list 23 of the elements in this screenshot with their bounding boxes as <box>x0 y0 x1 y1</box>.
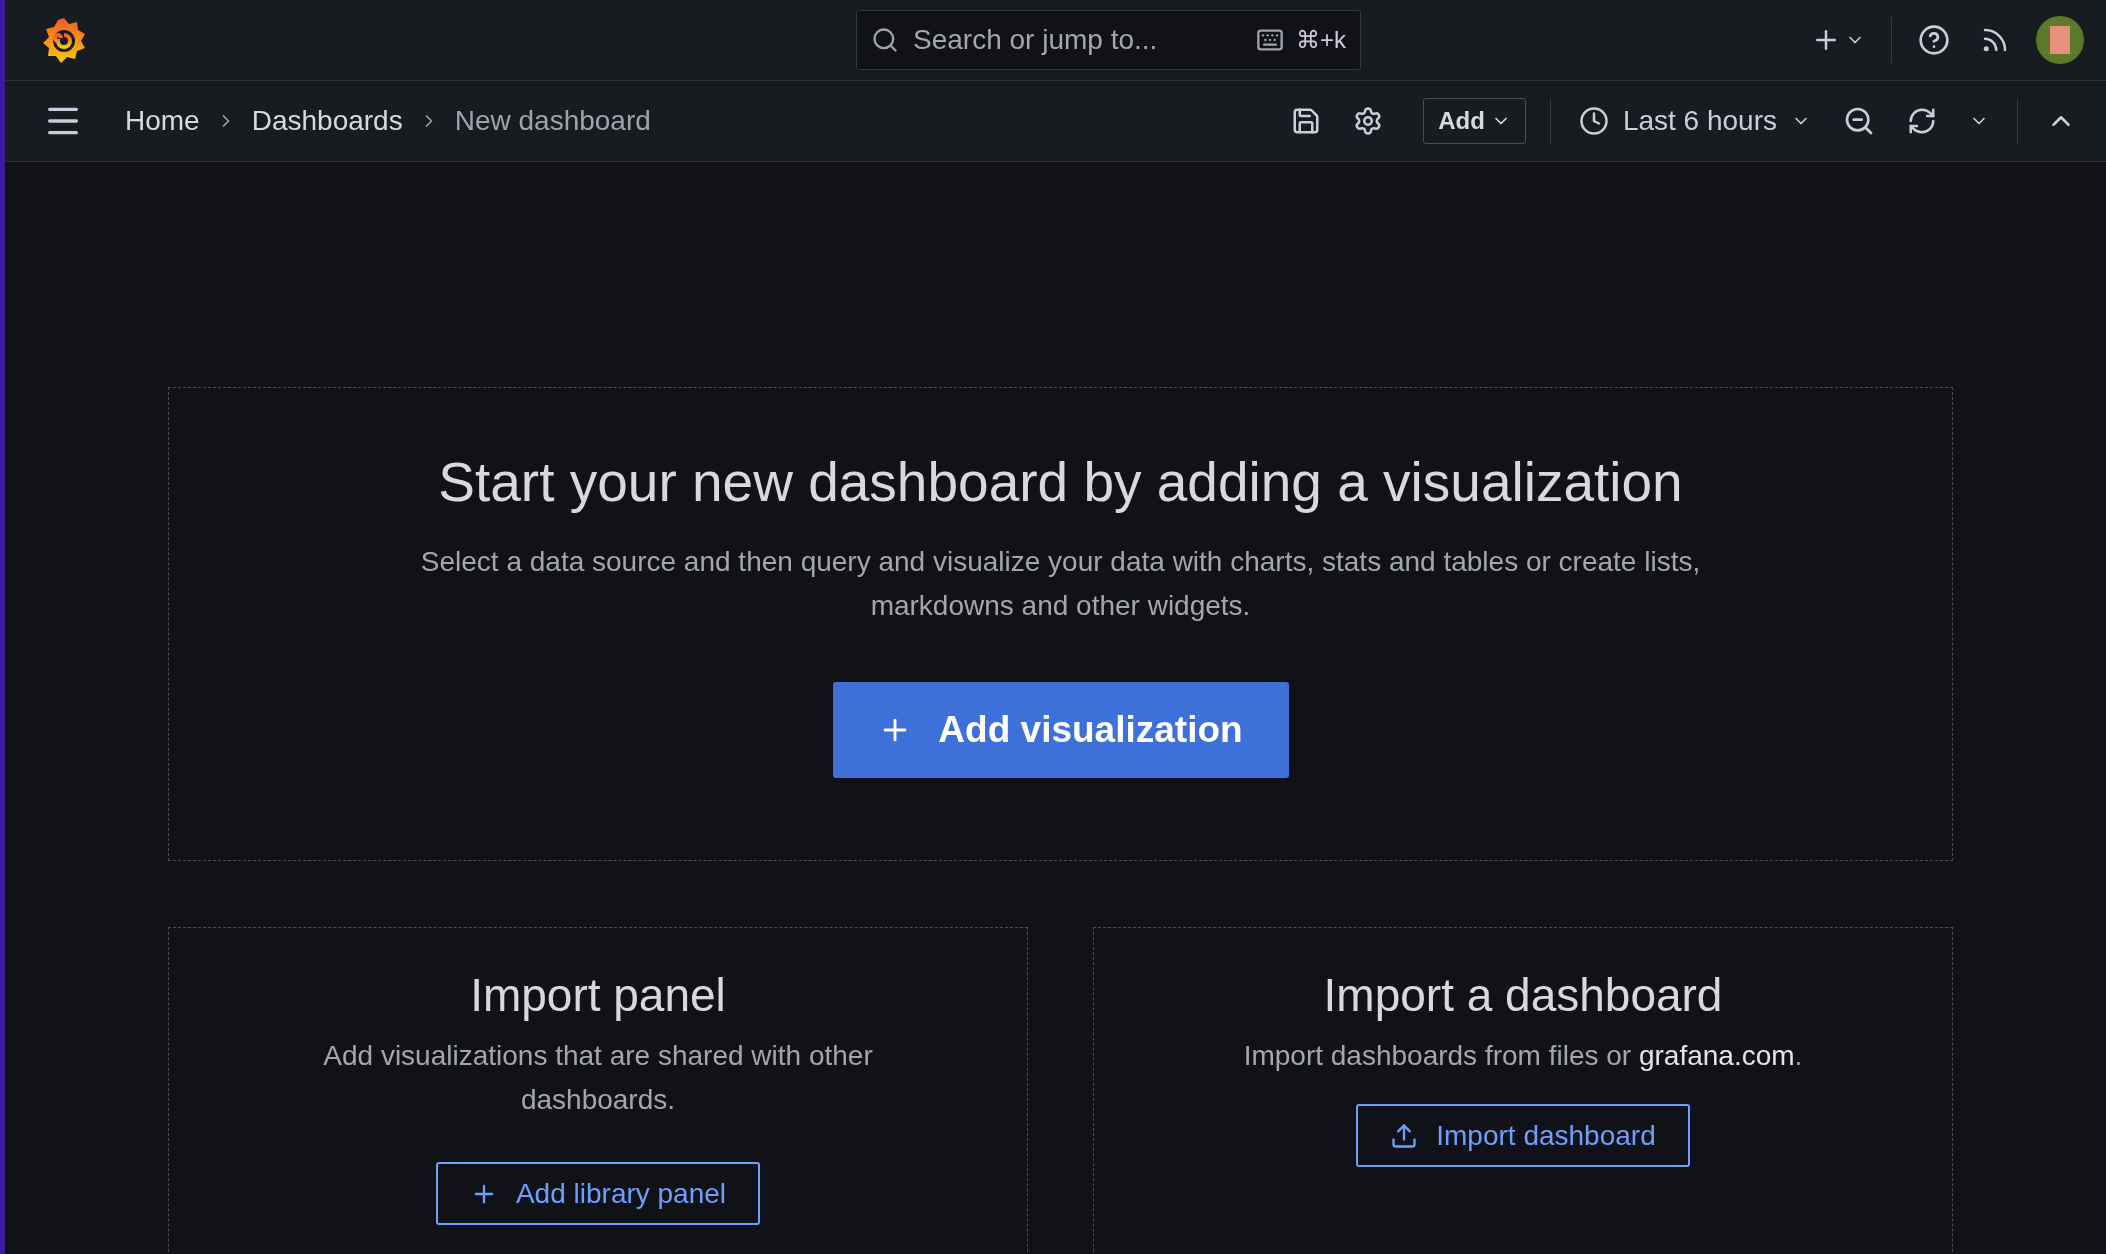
time-range-picker[interactable]: Last 6 hours <box>1574 101 1815 141</box>
card-description: Add visualizations that are shared with other dashboards. <box>322 1039 874 1117</box>
breadcrumb-link[interactable]: Dashboards <box>251 105 403 137</box>
import-dashboard-button[interactable]: Import dashboard <box>1356 1104 1690 1167</box>
card-title: Import panel <box>470 968 726 1022</box>
empty-state-title: Start your new dashboard by adding a visualization <box>438 450 1683 514</box>
card-title: Import a dashboard <box>1323 968 1723 1022</box>
search-input[interactable]: Search or jump to... <box>911 23 1244 57</box>
breadcrumb-link[interactable]: New dashboard <box>454 105 651 137</box>
breadcrumb-link[interactable]: Home <box>125 105 200 137</box>
add-button[interactable]: Add <box>1423 98 1526 144</box>
add-visualization-button[interactable]: Add visualization <box>832 682 1289 778</box>
add-library-panel-button[interactable]: Add library panel <box>435 1162 761 1225</box>
logo-icon <box>41 16 87 64</box>
search-bar[interactable]: Search or jump to... ⌘+k <box>856 10 1361 70</box>
avatar[interactable] <box>2036 16 2084 64</box>
shortcut-hint: ⌘+k <box>1296 26 1346 54</box>
grafana-link[interactable]: grafana.com <box>1638 1040 1795 1071</box>
card-description: Import dashboards from files or grafana.com. <box>1243 1039 1803 1073</box>
empty-state-description: Select a data source and then query and visualize your data with charts, stats and tables or create lists, markdowns and other widgets. <box>419 545 1702 623</box>
search-icon <box>871 26 899 54</box>
clock-icon <box>1578 106 1609 136</box>
upload-icon <box>1390 1121 1419 1150</box>
